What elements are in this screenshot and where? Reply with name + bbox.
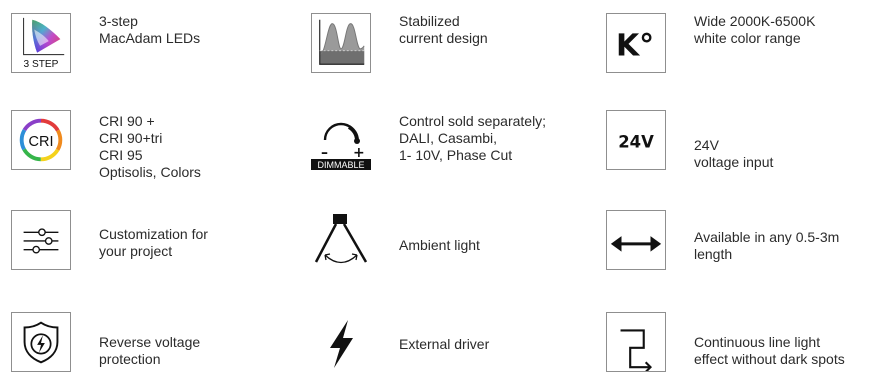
dimmer-knob-icon: – + DIMMABLE	[311, 110, 371, 170]
shield-lightning-icon	[11, 312, 71, 372]
ambient-light-icon	[311, 210, 371, 270]
cri-color-ring-icon: CRI	[11, 110, 71, 170]
feature-text: Continuous line light effect without dar…	[694, 334, 845, 367]
double-arrow-icon	[606, 210, 666, 270]
feature-text: 24V voltage input	[694, 137, 774, 170]
voltage-24v-icon: 24V	[606, 110, 666, 170]
feature-text: Customization for your project	[99, 226, 208, 259]
feature-text: Wide 2000K-6500K white color range	[694, 13, 816, 46]
stabilized-current-graph-icon	[311, 13, 371, 73]
plus-sign: +	[353, 145, 365, 161]
icon-text: 24V	[618, 133, 654, 152]
lightning-bolt-icon	[311, 312, 371, 372]
minus-sign: –	[321, 145, 328, 161]
icon-text: K°	[616, 29, 654, 64]
feature-text: Stabilized current design	[399, 13, 488, 46]
continuous-line-icon	[606, 312, 666, 372]
icon-text: CRI	[29, 134, 54, 150]
feature-text: Reverse voltage protection	[99, 334, 201, 367]
feature-text: CRI 90 + CRI 90+tri CRI 95 Optisolis, Co…	[99, 113, 201, 180]
feature-text: Control sold separately; DALI, Casambi, …	[399, 113, 547, 163]
feature-text: 3-step MacAdam LEDs	[99, 13, 201, 46]
sliders-icon	[11, 210, 71, 270]
feature-text: Available in any 0.5-3m length	[694, 229, 840, 262]
cie-chromaticity-icon: 3 STEP	[11, 13, 71, 73]
feature-text: Ambient light	[399, 237, 480, 253]
feature-text: External driver	[399, 336, 490, 352]
icon-text: 3 STEP	[24, 59, 59, 70]
icon-text: DIMMABLE	[317, 160, 364, 170]
kelvin-icon: K°	[606, 13, 666, 73]
